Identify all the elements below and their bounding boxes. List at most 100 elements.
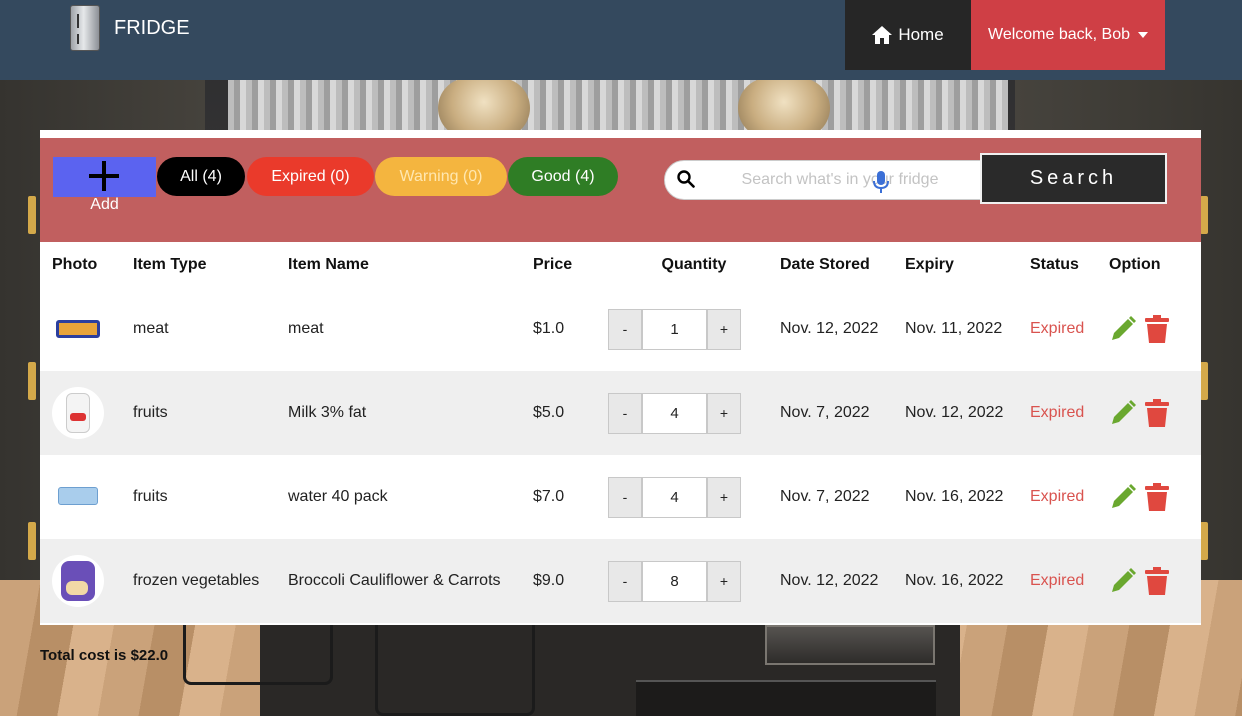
quantity-stepper: - 4 + — [608, 476, 780, 518]
header-expiry: Expiry — [905, 255, 954, 273]
pencil-icon[interactable] — [1109, 567, 1137, 595]
filter-good-button[interactable]: Good (4) — [508, 157, 618, 196]
background-cabinet-handle — [28, 196, 36, 234]
header-item-type: Item Type — [133, 255, 207, 273]
items-table: Photo Item Type Item Name Price Quantity… — [40, 242, 1201, 623]
search-input[interactable] — [705, 161, 975, 199]
background-cabinet-handle — [1200, 196, 1208, 234]
item-name-cell: Milk 3% fat — [288, 404, 367, 421]
background-cabinet-handle — [1200, 522, 1208, 560]
quantity-decrement-button[interactable]: - — [608, 476, 642, 518]
expiry-cell: Nov. 11, 2022 — [905, 320, 1003, 337]
quantity-stepper: - 1 + — [608, 308, 780, 350]
user-menu-label: Welcome back, Bob — [988, 26, 1130, 43]
status-label: Expired — [1030, 404, 1085, 421]
background-range-hood — [228, 80, 1008, 132]
fridge-icon — [70, 5, 100, 51]
expiry-cell: Nov. 16, 2022 — [905, 572, 1004, 589]
quantity-decrement-button[interactable]: - — [608, 560, 642, 602]
toolbar: Add All (4) Expired (0) Warning (0) Good… — [40, 138, 1201, 242]
search-box — [664, 160, 982, 200]
fridge-panel: Add All (4) Expired (0) Warning (0) Good… — [40, 130, 1201, 625]
status-label: Expired — [1030, 488, 1085, 505]
row-options — [1109, 315, 1201, 343]
header-price: Price — [533, 255, 573, 273]
nav-home-label: Home — [898, 25, 944, 44]
background-wine-fridge — [765, 625, 935, 665]
pencil-icon[interactable] — [1109, 483, 1137, 511]
date-stored-cell: Nov. 7, 2022 — [780, 404, 870, 421]
background-stool — [183, 625, 333, 685]
row-options — [1109, 399, 1201, 427]
expiry-cell: Nov. 12, 2022 — [905, 404, 1004, 421]
filter-all-button[interactable]: All (4) — [157, 157, 245, 196]
row-options — [1109, 483, 1201, 511]
quantity-increment-button[interactable]: + — [707, 308, 741, 350]
status-label: Expired — [1030, 320, 1085, 337]
filter-expired-button[interactable]: Expired (0) — [247, 157, 374, 196]
item-photo — [52, 387, 104, 439]
add-item-button[interactable] — [53, 157, 156, 197]
item-name-cell: Broccoli Cauliflower & Carrots — [288, 572, 501, 589]
quantity-increment-button[interactable]: + — [707, 560, 741, 602]
quantity-increment-button[interactable]: + — [707, 476, 741, 518]
table-header-row: Photo Item Type Item Name Price Quantity… — [40, 242, 1201, 287]
quantity-input[interactable]: 4 — [642, 392, 707, 434]
add-item-label: Add — [90, 196, 119, 213]
brand-label: FRIDGE — [114, 16, 190, 39]
background-pendant-lamp — [738, 78, 830, 138]
header-status: Status — [1030, 255, 1079, 273]
quantity-decrement-button[interactable]: - — [608, 308, 642, 350]
date-stored-cell: Nov. 12, 2022 — [780, 320, 879, 337]
trash-icon[interactable] — [1145, 399, 1169, 427]
item-type-cell: fruits — [133, 488, 168, 505]
background-cabinet-handle — [28, 522, 36, 560]
trash-icon[interactable] — [1145, 483, 1169, 511]
microphone-icon[interactable] — [873, 171, 889, 193]
item-price-cell: $7.0 — [533, 488, 565, 505]
search-button[interactable]: Search — [980, 153, 1167, 204]
table-row: frozen vegetables Broccoli Cauliflower &… — [40, 539, 1201, 623]
table-row: fruits Milk 3% fat $5.0 - 4 + Nov. 7, 20… — [40, 371, 1201, 455]
item-name-cell: water 40 pack — [288, 488, 388, 505]
item-type-cell: meat — [133, 320, 169, 337]
search-icon — [677, 170, 695, 188]
background-pendant-lamp — [438, 78, 530, 138]
quantity-input[interactable]: 8 — [642, 560, 707, 602]
pencil-icon[interactable] — [1109, 315, 1137, 343]
header-quantity: Quantity — [661, 255, 727, 273]
date-stored-cell: Nov. 12, 2022 — [780, 572, 879, 589]
trash-icon[interactable] — [1145, 567, 1169, 595]
header-photo: Photo — [52, 255, 98, 273]
quantity-input[interactable]: 1 — [642, 308, 707, 350]
quantity-stepper: - 8 + — [608, 560, 780, 602]
item-price-cell: $9.0 — [533, 572, 565, 589]
item-type-cell: frozen vegetables — [133, 572, 260, 589]
home-icon — [872, 26, 893, 44]
quantity-stepper: - 4 + — [608, 392, 780, 434]
quantity-increment-button[interactable]: + — [707, 392, 741, 434]
nav-home-link[interactable]: Home — [845, 0, 971, 70]
header-option: Option — [1109, 255, 1161, 273]
quantity-input[interactable]: 4 — [642, 476, 707, 518]
brand-link[interactable]: FRIDGE — [70, 5, 190, 51]
user-menu-dropdown[interactable]: Welcome back, Bob — [971, 0, 1165, 70]
item-price-cell: $5.0 — [533, 404, 565, 421]
trash-icon[interactable] — [1145, 315, 1169, 343]
filter-warning-button[interactable]: Warning (0) — [375, 157, 507, 196]
status-label: Expired — [1030, 572, 1085, 589]
expiry-cell: Nov. 16, 2022 — [905, 488, 1004, 505]
item-type-cell: fruits — [133, 404, 168, 421]
item-photo — [52, 303, 104, 355]
plus-icon — [89, 161, 119, 191]
item-photo — [52, 471, 104, 523]
caret-down-icon — [1138, 32, 1148, 38]
total-cost-label: Total cost is $22.0 — [40, 647, 169, 664]
header-item-name: Item Name — [288, 255, 369, 273]
background-cabinet-handle — [1200, 362, 1208, 400]
date-stored-cell: Nov. 7, 2022 — [780, 488, 870, 505]
pencil-icon[interactable] — [1109, 399, 1137, 427]
background-drawer — [636, 680, 936, 716]
background-cabinet-handle — [28, 362, 36, 400]
quantity-decrement-button[interactable]: - — [608, 392, 642, 434]
